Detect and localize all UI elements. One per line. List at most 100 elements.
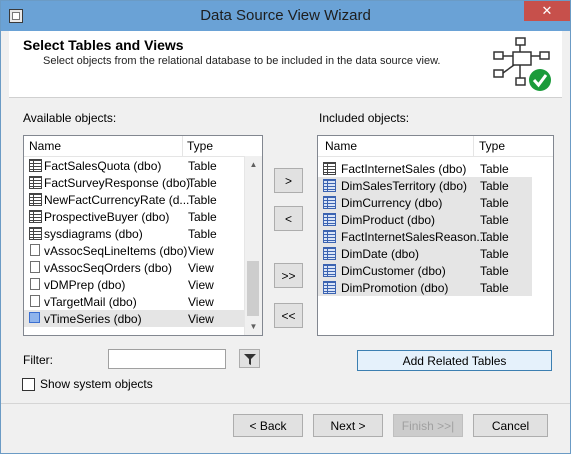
table-icon [323, 230, 336, 243]
close-button[interactable]: ✕ [524, 1, 570, 21]
finish-button[interactable]: Finish >>| [393, 414, 463, 437]
available-objects-label: Available objects: [23, 111, 117, 125]
available-list-scrollbar[interactable]: ▲ ▼ [244, 156, 262, 335]
table-icon [29, 210, 42, 223]
available-list-item[interactable]: sysdiagrams (dbo) Table [24, 225, 244, 242]
cancel-button[interactable]: Cancel [473, 414, 548, 437]
available-list-item[interactable]: vAssocSeqLineItems (dbo) View [24, 242, 244, 259]
remove-selected-button[interactable]: < [274, 206, 303, 231]
object-name: FactSurveyResponse (dbo) [44, 176, 191, 190]
available-list-header: Name Type [24, 136, 262, 157]
object-type: Table [188, 193, 217, 207]
object-name: FactInternetSalesReason... [341, 230, 487, 244]
remove-all-button[interactable]: << [274, 303, 303, 328]
scroll-down-arrow[interactable]: ▼ [245, 318, 262, 335]
page-subtitle: Select objects from the relational datab… [43, 55, 441, 67]
table-icon [323, 281, 336, 294]
object-name: vAssocSeqOrders (dbo) [44, 261, 173, 275]
available-list-item[interactable]: ProspectiveBuyer (dbo) Table [24, 208, 244, 225]
object-name: DimCurrency (dbo) [341, 196, 443, 210]
object-name: ProspectiveBuyer (dbo) [44, 210, 170, 224]
table-icon [29, 227, 42, 240]
view-icon [29, 312, 40, 323]
object-type: Table [480, 196, 509, 210]
object-type: Table [188, 159, 217, 173]
included-list-header: Name Type [318, 136, 553, 157]
object-name: sysdiagrams (dbo) [44, 227, 143, 241]
object-type: View [188, 261, 214, 275]
view-icon [30, 261, 40, 273]
available-list-item[interactable]: NewFactCurrencyRate (d... Table [24, 191, 244, 208]
window-title: Data Source View Wizard [200, 7, 371, 24]
included-list-item[interactable]: FactInternetSales (dbo) Table [318, 160, 532, 177]
available-objects-list[interactable]: Name Type FactSalesQuota (dbo) Table FactS… [23, 135, 263, 336]
object-type: Table [188, 176, 217, 190]
included-list-item[interactable]: DimProduct (dbo) Table [318, 211, 532, 228]
column-header-name[interactable]: Name [29, 139, 61, 153]
object-type: View [188, 244, 214, 258]
object-type: Table [480, 264, 509, 278]
next-button[interactable]: Next > [313, 414, 383, 437]
scroll-thumb[interactable] [247, 261, 259, 316]
column-separator[interactable] [182, 136, 183, 156]
object-name: DimSalesTerritory (dbo) [341, 179, 468, 193]
included-objects-label: Included objects: [319, 111, 410, 125]
back-button[interactable]: < Back [233, 414, 303, 437]
view-icon [30, 278, 40, 290]
data-source-view-icon [493, 37, 551, 91]
included-list-item[interactable]: DimSalesTerritory (dbo) Table [318, 177, 532, 194]
object-name: vTimeSeries (dbo) [44, 312, 142, 326]
view-icon [30, 295, 40, 307]
filter-button[interactable] [239, 349, 260, 368]
object-type: View [188, 295, 214, 309]
filter-label: Filter: [23, 353, 53, 367]
view-icon [30, 244, 40, 256]
object-type: Table [480, 213, 509, 227]
available-list-item[interactable]: FactSalesQuota (dbo) Table [24, 157, 244, 174]
add-related-tables-button[interactable]: Add Related Tables [357, 350, 552, 371]
included-list-item[interactable]: DimDate (dbo) Table [318, 245, 532, 262]
show-system-objects-checkbox[interactable] [22, 378, 35, 391]
available-list-item[interactable]: vDMPrep (dbo) View [24, 276, 244, 293]
table-icon [323, 179, 336, 192]
table-icon [323, 247, 336, 260]
object-name: DimCustomer (dbo) [341, 264, 446, 278]
table-icon [29, 193, 42, 206]
object-name: vTargetMail (dbo) [44, 295, 137, 309]
object-name: DimPromotion (dbo) [341, 281, 449, 295]
column-header-name[interactable]: Name [325, 139, 357, 153]
included-list-item[interactable]: DimCurrency (dbo) Table [318, 194, 532, 211]
add-selected-button[interactable]: > [274, 168, 303, 193]
object-type: Table [480, 162, 509, 176]
object-name: DimProduct (dbo) [341, 213, 436, 227]
object-name: FactInternetSales (dbo) [341, 162, 467, 176]
object-name: DimDate (dbo) [341, 247, 420, 261]
object-name: FactSalesQuota (dbo) [44, 159, 162, 173]
column-header-type[interactable]: Type [479, 139, 505, 153]
table-icon [323, 196, 336, 209]
footer-divider [1, 403, 570, 404]
object-type: Table [188, 210, 217, 224]
included-list-item[interactable]: FactInternetSalesReason... Table [318, 228, 532, 245]
add-all-button[interactable]: >> [274, 263, 303, 288]
object-name: NewFactCurrencyRate (d... [44, 193, 190, 207]
object-type: Table [480, 247, 509, 261]
show-system-objects-label[interactable]: Show system objects [40, 377, 153, 391]
title-bar[interactable]: Data Source View Wizard ✕ [1, 1, 570, 31]
included-objects-list[interactable]: Name Type FactInternetSales (dbo) Table Di… [317, 135, 554, 336]
column-header-type[interactable]: Type [187, 139, 213, 153]
column-separator[interactable] [473, 136, 474, 156]
page-title: Select Tables and Views [23, 37, 184, 53]
object-name: vDMPrep (dbo) [44, 278, 126, 292]
scroll-up-arrow[interactable]: ▲ [245, 156, 262, 173]
filter-input[interactable] [108, 349, 226, 369]
available-list-item[interactable]: vAssocSeqOrders (dbo) View [24, 259, 244, 276]
available-list-item[interactable]: FactSurveyResponse (dbo) Table [24, 174, 244, 191]
included-list-item[interactable]: DimPromotion (dbo) Table [318, 279, 532, 296]
available-list-item[interactable]: vTargetMail (dbo) View [24, 293, 244, 310]
object-type: Table [480, 281, 509, 295]
included-list-item[interactable]: DimCustomer (dbo) Table [318, 262, 532, 279]
available-list-item[interactable]: vTimeSeries (dbo) View [24, 310, 244, 327]
table-icon [29, 159, 42, 172]
filter-icon [243, 354, 256, 365]
